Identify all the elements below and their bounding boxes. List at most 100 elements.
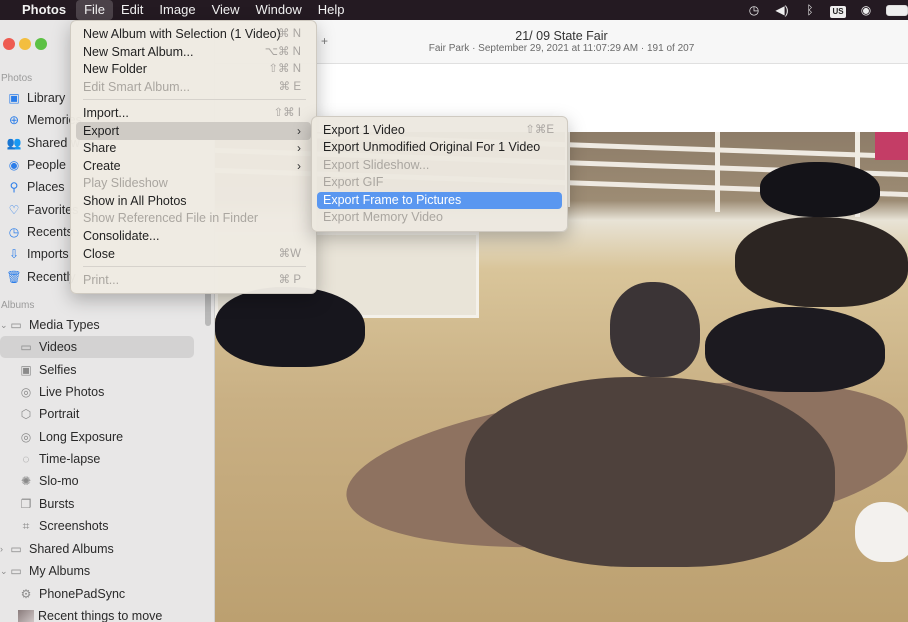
time-lapse-icon: ◌ (22, 452, 30, 466)
trash-icon: 🗑 (6, 270, 22, 284)
sidebar-item-bursts[interactable]: ❐ Bursts (18, 493, 75, 515)
goat (610, 282, 700, 377)
photos-section-header: Photos (1, 73, 33, 84)
goat (855, 502, 908, 562)
albums-section-header: Albums (1, 300, 35, 311)
import-icon: ⇩ (8, 247, 20, 261)
goat (760, 162, 880, 217)
menu-item-export-gif: Export GIF (323, 175, 384, 189)
sidebar-item-places[interactable]: ⚲ Places (6, 176, 65, 198)
menu-item-create[interactable]: Create › (76, 157, 311, 175)
menu-item-share[interactable]: Share › (76, 139, 311, 157)
chevron-down-icon[interactable]: ⌄ (0, 314, 8, 336)
sidebar-item-library[interactable]: ▣ Library (6, 87, 65, 109)
long-exposure-icon: ◎ (20, 430, 32, 444)
fence-post (715, 132, 720, 212)
menu-image[interactable]: Image (151, 0, 203, 20)
apple-menu-icon[interactable] (0, 0, 14, 20)
status-area: ◷ ◀︎) ᛒ US ◉ (740, 0, 908, 20)
sidebar-group-my-albums[interactable]: ⌄ ▭ My Albums (0, 560, 90, 582)
sidebar-item-screenshots[interactable]: ⌗ Screenshots (18, 515, 109, 537)
chevron-right-icon: › (297, 124, 301, 138)
sidebar-item-favorites[interactable]: ♡ Favorites (6, 199, 79, 221)
chevron-down-icon[interactable]: ⌄ (0, 560, 8, 582)
library-icon: ▣ (8, 91, 20, 105)
menu-file[interactable]: File (76, 0, 114, 20)
menu-item-print: Print... ⌘ P (83, 273, 301, 287)
menu-help[interactable]: Help (310, 0, 353, 20)
menu-item-export-video[interactable]: Export 1 Video ⇧⌘E (317, 122, 562, 139)
chevron-right-icon[interactable]: › (0, 538, 8, 560)
volume-icon[interactable]: ◀︎) (768, 3, 796, 17)
user-icon[interactable]: ◉ (852, 3, 880, 17)
close-window-button[interactable] (3, 38, 15, 50)
menu-edit[interactable]: Edit (113, 0, 151, 20)
menu-item-close[interactable]: Close ⌘W (76, 245, 311, 263)
sidebar-group-media-types[interactable]: ⌄ ▭ Media Types (0, 314, 100, 336)
app-menu-photos[interactable]: Photos (14, 0, 76, 20)
sidebar-item-slo-mo[interactable]: ✺ Slo-mo (18, 470, 79, 492)
selfie-icon: ▣ (20, 363, 32, 377)
menu-item-new-album-with-selection[interactable]: New Album with Selection (1 Video) ⌘ N (76, 25, 311, 43)
export-submenu: Export 1 Video ⇧⌘E Export Unmodified Orig… (311, 116, 568, 232)
goat (705, 307, 885, 392)
folder-icon: ▭ (10, 318, 22, 332)
sidebar-group-shared-albums[interactable]: › ▭ Shared Albums (0, 538, 114, 560)
memories-icon: ⊕ (8, 113, 20, 127)
sidebar-item-long-exposure[interactable]: ◎ Long Exposure (18, 426, 123, 448)
heart-icon: ♡ (8, 203, 20, 217)
menu-item-new-smart-album[interactable]: New Smart Album... ⌥⌘ N (76, 43, 311, 61)
time-machine-icon[interactable]: ◷ (740, 3, 768, 17)
menu-separator (83, 266, 306, 267)
gear-icon: ⚙ (20, 587, 32, 601)
keyboard-input-icon[interactable]: US (824, 3, 852, 18)
menu-view[interactable]: View (204, 0, 248, 20)
sidebar-item-videos[interactable]: ▭ Videos (18, 336, 77, 358)
menu-item-export-unmodified-original[interactable]: Export Unmodified Original For 1 Video (317, 139, 562, 156)
menu-item-play-slideshow: Play Slideshow (83, 176, 168, 190)
battery-icon[interactable] (886, 4, 908, 16)
menu-item-export[interactable]: Export › (76, 122, 311, 140)
sidebar-item-recently-deleted[interactable]: 🗑 Recently (6, 266, 75, 288)
sidebar-item-selfies[interactable]: ▣ Selfies (18, 359, 76, 381)
menu-separator (83, 99, 306, 100)
menu-item-consolidate[interactable]: Consolidate... (76, 227, 311, 245)
sidebar-item-recents[interactable]: ◷ Recents (6, 221, 73, 243)
clock-icon: ◷ (8, 225, 20, 239)
sidebar-item-imports[interactable]: ⇩ Imports (6, 243, 69, 265)
portrait-icon: ⬡ (20, 407, 32, 421)
sidebar-item-live-photos[interactable]: ◎ Live Photos (18, 381, 105, 403)
sidebar-item-shared-with-you[interactable]: 👥 Shared w (6, 132, 80, 154)
menu-item-import[interactable]: Import... ⇧⌘ I (76, 104, 311, 122)
goat (735, 217, 908, 307)
menu-item-export-slideshow: Export Slideshow... (323, 158, 430, 172)
photo-subtitle: Fair Park · September 29, 2021 at 11:07:… (428, 43, 695, 54)
menu-item-new-folder[interactable]: New Folder ⇧⌘ N (76, 60, 311, 78)
menu-item-export-frame-to-pictures[interactable]: Export Frame to Pictures (317, 192, 562, 209)
people-icon: ◉ (8, 158, 20, 172)
sidebar-item-recent-things-to-move[interactable]: Recent things to move (18, 605, 162, 622)
sidebar-item-people[interactable]: ◉ People (6, 154, 66, 176)
video-icon: ▭ (20, 340, 32, 354)
file-menu: New Album with Selection (1 Video) ⌘ N Ne… (70, 20, 317, 294)
goat (215, 287, 365, 367)
slo-mo-icon: ✺ (20, 474, 32, 488)
photo-title: 21/ 09 State Fair (515, 29, 608, 43)
chevron-right-icon: › (297, 141, 301, 155)
shared-with-you-icon: 👥 (6, 136, 22, 150)
screenshot-icon: ⌗ (22, 519, 30, 533)
zoom-window-button[interactable] (35, 38, 47, 50)
chevron-right-icon: › (297, 159, 301, 173)
minimize-window-button[interactable] (19, 38, 31, 50)
goat (465, 377, 835, 567)
bluetooth-icon[interactable]: ᛒ (796, 3, 824, 17)
album-thumbnail (18, 610, 34, 622)
sidebar-item-phonepadsync[interactable]: ⚙ PhonePadSync (18, 583, 126, 605)
shared-album-icon: ▭ (10, 542, 22, 556)
sidebar-scrollbar[interactable] (205, 290, 211, 326)
sidebar-item-time-lapse[interactable]: ◌ Time-lapse (18, 448, 100, 470)
menu-item-show-in-all-photos[interactable]: Show in All Photos (76, 192, 311, 210)
sidebar-item-portrait[interactable]: ⬡ Portrait (18, 403, 80, 425)
menu-window[interactable]: Window (248, 0, 310, 20)
live-photo-icon: ◎ (20, 385, 32, 399)
